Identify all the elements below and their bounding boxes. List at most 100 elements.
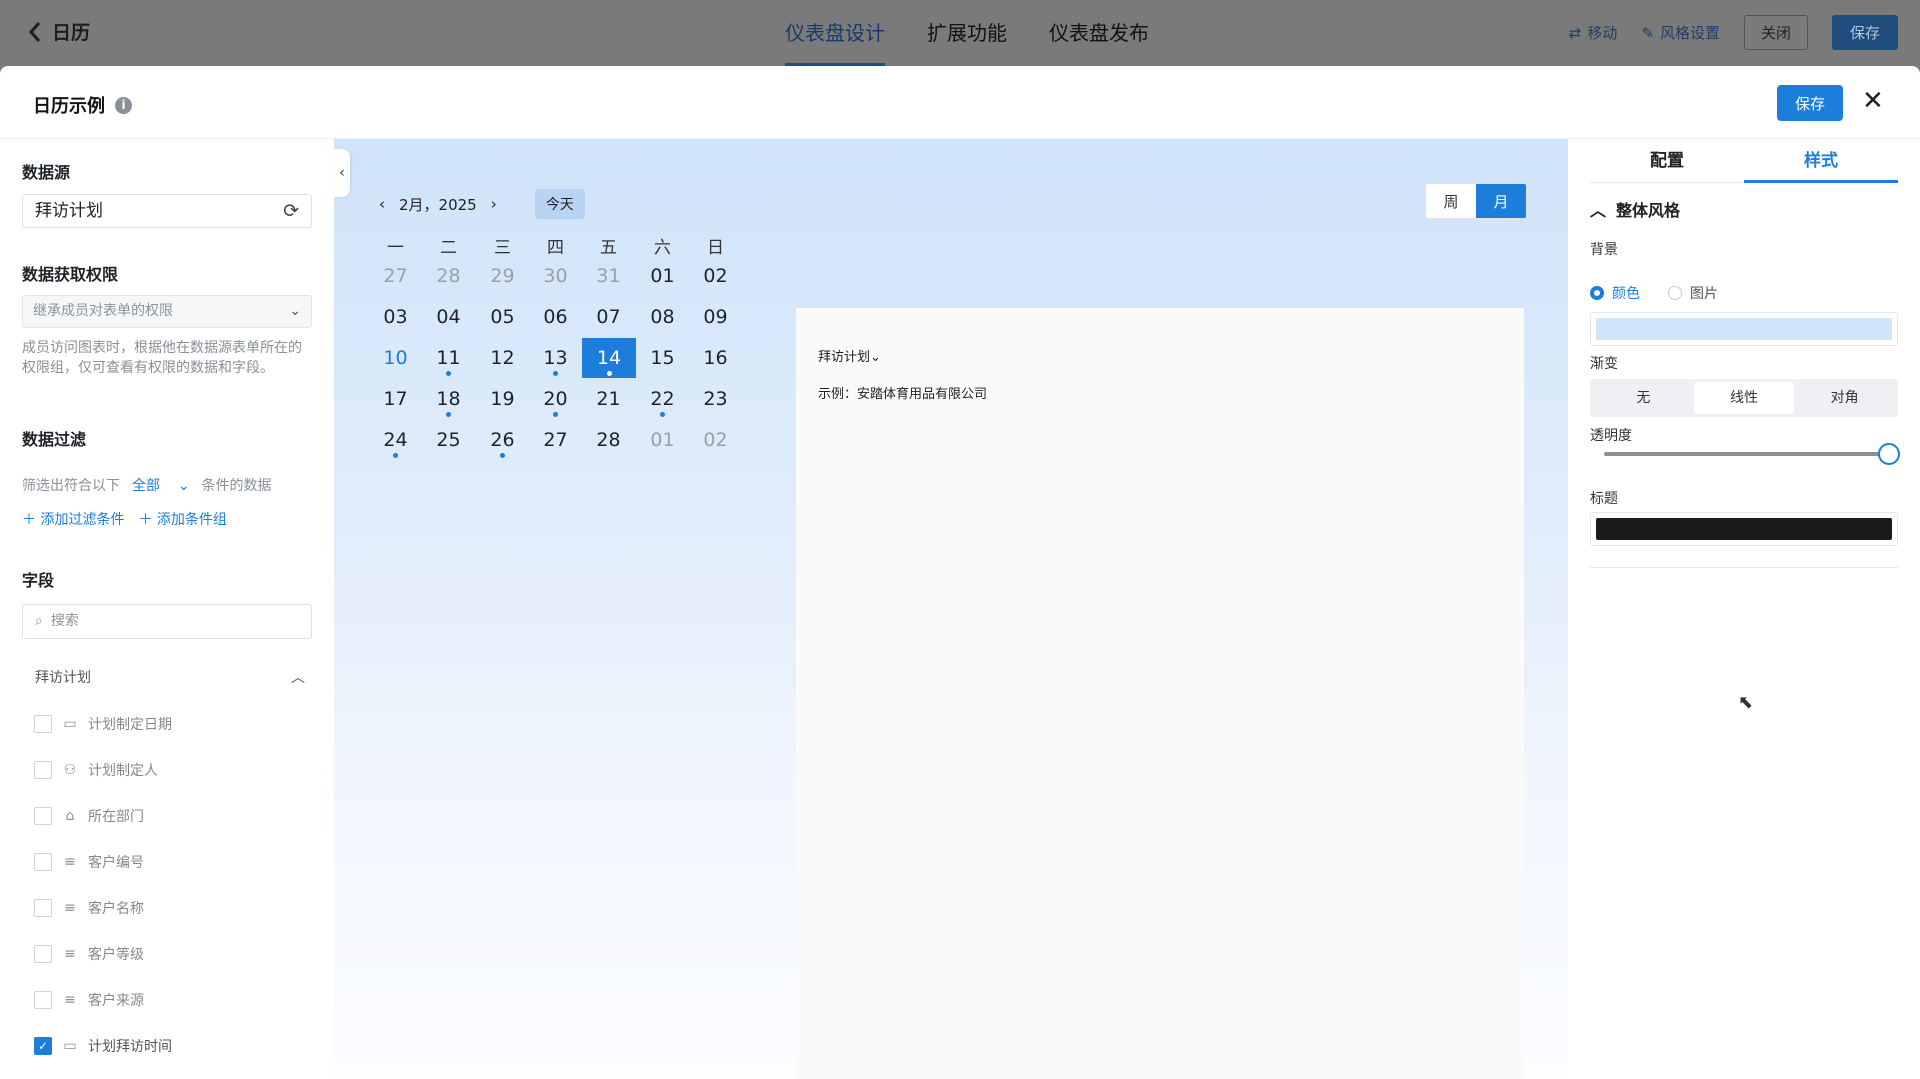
calendar-day[interactable]: 20 (529, 379, 582, 419)
field-item[interactable]: ≡ 客户等级 (34, 944, 144, 964)
refresh-icon[interactable]: ⟳ (283, 195, 299, 227)
calendar-day[interactable]: 21 (582, 379, 635, 419)
field-search-input[interactable]: ⌕ 搜索 (22, 604, 312, 639)
calendar-day[interactable]: 24 (369, 420, 422, 460)
back-button[interactable]: 日历 (28, 18, 90, 45)
filter-title: 数据过滤 (22, 430, 87, 449)
month-view-button[interactable]: 月 (1476, 184, 1526, 218)
calendar-day[interactable]: 13 (529, 338, 582, 378)
top-save-button[interactable]: 保存 (1831, 15, 1898, 50)
move-label: 移动 (1587, 24, 1618, 42)
calendar-day[interactable]: 26 (476, 420, 529, 460)
datasource-select[interactable]: 拜访计划 ⟳ (22, 194, 312, 228)
event-source-value: 拜访计划 (818, 350, 871, 365)
calendar-day[interactable]: 12 (476, 338, 529, 378)
checkbox[interactable] (34, 715, 52, 733)
right-style-panel: 配置 样式 ︿ 整体风格 背景 颜色 图片 渐变 无 线性 对角 透明度 标题 (1568, 139, 1920, 1079)
calendar-day[interactable]: 04 (422, 297, 475, 337)
field-item[interactable]: ⚇ 计划制定人 (34, 760, 158, 780)
calendar-day[interactable]: 22 (636, 379, 689, 419)
calendar-day[interactable]: 30 (529, 256, 582, 296)
title-color-picker[interactable] (1590, 512, 1898, 546)
calendar-day[interactable]: 07 (582, 297, 635, 337)
calendar-day[interactable]: 10 (369, 338, 422, 378)
filter-mode-select[interactable]: 全部 ⌄ (132, 475, 190, 495)
calendar-day[interactable]: 16 (689, 338, 742, 378)
calendar-day[interactable]: 01 (636, 256, 689, 296)
calendar-day[interactable]: 02 (689, 256, 742, 296)
bg-color-radio[interactable]: 颜色 (1590, 283, 1640, 303)
close-icon[interactable]: ✕ (1862, 88, 1884, 114)
calendar-day[interactable]: 06 (529, 297, 582, 337)
gradient-diagonal[interactable]: 对角 (1794, 382, 1895, 414)
event-source-select[interactable]: 拜访计划⌄ (818, 346, 881, 365)
calendar-day[interactable]: 08 (636, 297, 689, 337)
checkbox-checked[interactable]: ✓ (34, 1037, 52, 1055)
chart-preview-canvas: ‹ ‹ 2月，2025 › 今天 周 月 一 二 三 四 五 六 日 27 28 29 30 31 01… (334, 139, 1568, 1079)
checkbox[interactable] (34, 761, 52, 779)
calendar-day[interactable]: 25 (422, 420, 475, 460)
calendar-day[interactable]: 19 (476, 379, 529, 419)
calendar-day[interactable]: 18 (422, 379, 475, 419)
calendar-day[interactable]: 29 (476, 256, 529, 296)
close-button[interactable]: 关闭 (1743, 15, 1808, 50)
calendar-day[interactable]: 27 (529, 420, 582, 460)
calendar-day[interactable]: 28 (422, 256, 475, 296)
field-item[interactable]: ✓ ▭ 计划拜访时间 (34, 1036, 172, 1056)
checkbox[interactable] (34, 945, 52, 963)
tab-style[interactable]: 样式 (1744, 139, 1898, 183)
calendar-day[interactable]: 02 (689, 420, 742, 460)
calendar-day[interactable]: 27 (369, 256, 422, 296)
calendar-day[interactable]: 15 (636, 338, 689, 378)
calendar-day[interactable]: 05 (476, 297, 529, 337)
tab-dashboard-design[interactable]: 仪表盘设计 (785, 0, 885, 66)
collapse-panel-button[interactable]: ‹ (334, 149, 350, 197)
calendar-day[interactable]: 31 (582, 256, 635, 296)
day-number: 01 (650, 265, 675, 287)
field-item[interactable]: ≡ 客户名称 (34, 898, 144, 918)
overall-style-section[interactable]: ︿ 整体风格 (1590, 197, 1680, 221)
today-button[interactable]: 今天 (534, 189, 585, 219)
checkbox[interactable] (34, 853, 52, 871)
checkbox[interactable] (34, 899, 52, 917)
add-filter-button[interactable]: ＋ 添加过滤条件 (22, 509, 124, 529)
tab-dashboard-publish[interactable]: 仪表盘发布 (1049, 0, 1149, 66)
calendar-day[interactable]: 03 (369, 297, 422, 337)
week-view-button[interactable]: 周 (1426, 184, 1476, 218)
modal-title: 日历示例 i (33, 92, 132, 118)
tab-extensions[interactable]: 扩展功能 (927, 0, 1007, 66)
checkbox[interactable] (34, 807, 52, 825)
field-item[interactable]: ▭ 计划制定日期 (34, 714, 172, 734)
chevron-down-icon: ⌄ (289, 303, 301, 319)
field-item[interactable]: ⌂ 所在部门 (34, 806, 144, 826)
modal-save-button[interactable]: 保存 (1777, 85, 1843, 121)
bg-image-radio[interactable]: 图片 (1668, 283, 1718, 303)
calendar-day[interactable]: 28 (582, 420, 635, 460)
slider-handle[interactable] (1878, 443, 1900, 465)
month-label: 2月，2025 (399, 195, 477, 214)
calendar-day[interactable]: 09 (689, 297, 742, 337)
calendar-day[interactable]: 01 (636, 420, 689, 460)
calendar-day[interactable]: 17 (369, 379, 422, 419)
event-dot (393, 453, 398, 458)
checkbox[interactable] (34, 991, 52, 1009)
add-group-button[interactable]: ＋ 添加条件组 (138, 509, 226, 529)
prev-month-icon[interactable]: ‹ (379, 195, 385, 213)
style-settings-button[interactable]: ✎ 风格设置 (1641, 22, 1720, 43)
tab-config[interactable]: 配置 (1590, 139, 1744, 182)
background-color-picker[interactable] (1590, 312, 1898, 346)
gradient-linear[interactable]: 线性 (1693, 382, 1795, 414)
calendar-day[interactable]: 11 (422, 338, 475, 378)
next-month-icon[interactable]: › (491, 195, 497, 213)
field-item[interactable]: ≡ 客户来源 (34, 990, 144, 1010)
gradient-none[interactable]: 无 (1593, 382, 1694, 414)
permission-select[interactable]: 继承成员对表单的权限 ⌄ (22, 295, 312, 328)
field-item[interactable]: ≡ 客户编号 (34, 852, 144, 872)
info-icon[interactable]: i (115, 96, 132, 114)
calendar-day[interactable]: 14 (582, 338, 636, 378)
move-button[interactable]: ⇄ 移动 (1569, 22, 1618, 43)
opacity-slider[interactable] (1604, 443, 1900, 465)
field-group-header[interactable]: 拜访计划 ︿ (35, 667, 305, 687)
calendar-day[interactable]: 23 (689, 379, 742, 419)
day-number: 09 (703, 306, 728, 328)
